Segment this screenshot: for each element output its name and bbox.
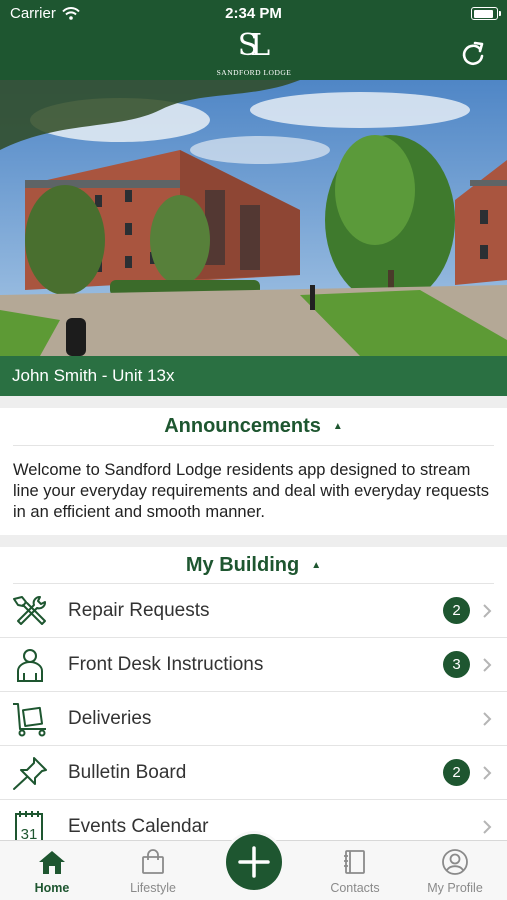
status-bar: Carrier 2:34 PM	[0, 0, 507, 28]
list-item-label: Front Desk Instructions	[68, 653, 264, 675]
app-logo: SL SANDFORD LODGE	[213, 28, 295, 80]
list-item-label: Deliveries	[68, 707, 152, 729]
list-item-deliveries[interactable]: Deliveries	[0, 692, 507, 746]
list-item-bulletin-board[interactable]: Bulletin Board 2	[0, 746, 507, 800]
announcements-header[interactable]: Announcements ▲	[13, 408, 494, 446]
refresh-icon[interactable]	[459, 40, 487, 68]
announcement-text: Welcome to Sandford Lodge residents app …	[13, 461, 490, 521]
list-item-repair-requests[interactable]: Repair Requests 2	[0, 584, 507, 638]
calendar-icon: 31	[15, 811, 43, 840]
chevron-right-icon	[483, 766, 492, 780]
add-button[interactable]	[226, 834, 282, 890]
tab-lifestyle[interactable]: Lifestyle	[103, 849, 203, 895]
pushpin-icon	[13, 757, 47, 790]
header-bar: SL SANDFORD LODGE	[0, 28, 507, 80]
user-name-unit: John Smith - Unit 13x	[12, 366, 175, 385]
count-badge: 2	[443, 759, 470, 786]
tab-my-profile[interactable]: My Profile	[405, 849, 505, 895]
calendar-day-text: 31	[21, 826, 38, 840]
list-item-label: Events Calendar	[68, 815, 209, 837]
home-icon	[39, 851, 65, 874]
profile-icon	[442, 849, 468, 875]
list-item-label: Bulletin Board	[68, 761, 187, 783]
shopping-bag-icon	[142, 849, 164, 874]
logo-monogram: SL	[237, 28, 270, 63]
chevron-right-icon	[483, 604, 492, 618]
contacts-book-icon	[344, 850, 365, 874]
logo-text: SANDFORD LODGE	[216, 68, 292, 77]
building-photo	[0, 80, 507, 356]
my-building-title: My Building	[185, 553, 300, 576]
announcements-section: Announcements ▲ Welcome to Sandford Lodg…	[0, 408, 507, 535]
status-time: 2:34 PM	[225, 5, 282, 22]
battery-icon	[471, 7, 501, 20]
tab-contacts[interactable]: Contacts	[305, 849, 405, 895]
collapse-arrow-icon: ▲	[311, 559, 322, 571]
person-icon	[17, 649, 43, 682]
tab-label: Contacts	[330, 881, 380, 895]
trolley-icon	[13, 703, 46, 737]
tab-home[interactable]: Home	[2, 849, 102, 895]
collapse-arrow-icon: ▲	[332, 421, 343, 432]
user-unit-bar: John Smith - Unit 13x	[0, 356, 507, 396]
tab-label: Home	[34, 881, 70, 895]
list-item-front-desk[interactable]: Front Desk Instructions 3	[0, 638, 507, 692]
count-badge: 3	[443, 651, 470, 678]
chevron-right-icon	[483, 658, 492, 672]
plus-icon	[238, 846, 270, 878]
tab-label: Lifestyle	[130, 881, 176, 895]
tab-label: My Profile	[427, 881, 483, 895]
count-badge: 2	[443, 597, 470, 624]
announcements-title: Announcements	[164, 415, 321, 437]
my-building-section: My Building ▲ Repair Requests 2 Front De…	[0, 547, 507, 840]
chevron-right-icon	[483, 712, 492, 726]
list-item-label: Repair Requests	[68, 599, 210, 621]
repair-tools-icon	[13, 596, 46, 625]
chevron-right-icon	[483, 820, 492, 834]
my-building-header[interactable]: My Building ▲	[13, 547, 494, 584]
